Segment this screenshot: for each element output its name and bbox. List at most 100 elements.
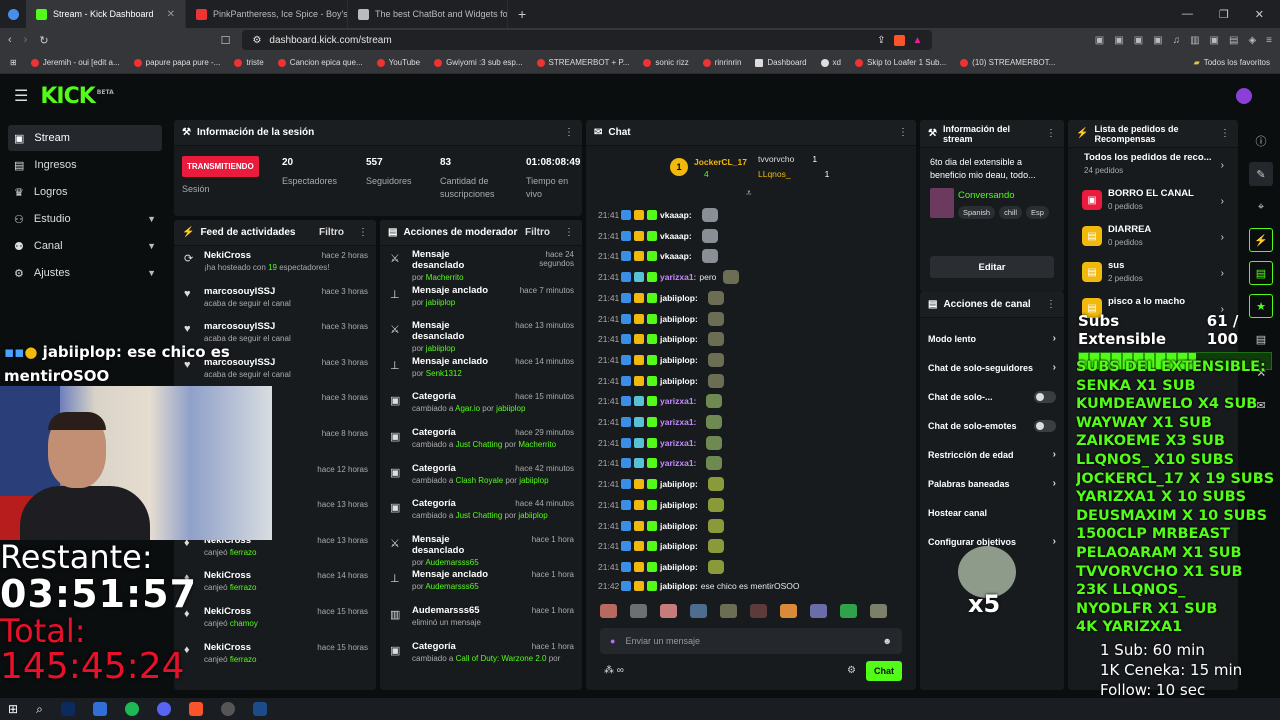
media-icon[interactable]: ♫: [1173, 35, 1181, 46]
tag[interactable]: Esp: [1026, 206, 1049, 219]
chat-settings-icon[interactable]: ⚙: [847, 665, 856, 676]
card-icon[interactable]: ▤: [1249, 261, 1273, 285]
discord-icon[interactable]: [156, 702, 171, 716]
bookmark[interactable]: STREAMERBOT + P...: [536, 58, 629, 67]
sidebar-item-estudio[interactable]: ⚇ Estudio ▼: [8, 206, 162, 232]
emote[interactable]: [810, 604, 827, 618]
spotify-icon[interactable]: [124, 702, 139, 716]
back-icon[interactable]: ‹: [8, 34, 12, 46]
chat-message[interactable]: 21:41 yarizxa1:: [598, 394, 723, 409]
channel-action-item[interactable]: Palabras baneadas ›: [920, 469, 1064, 498]
photoshop-icon[interactable]: [60, 702, 75, 716]
chat-message[interactable]: 21:41 vkaaap:: [598, 249, 718, 264]
more-options-icon[interactable]: ⋮: [564, 227, 574, 238]
mod-action-item[interactable]: ⊥ Mensaje anclado por Senk1312 hace 14 minu…: [380, 353, 582, 389]
mod-action-item[interactable]: ▣ Categoría cambiado a Clash Royale por ja…: [380, 460, 582, 496]
chat-username[interactable]: yarizxa1:: [660, 417, 696, 427]
wallet-icon[interactable]: ▤: [1229, 35, 1238, 46]
chat-username[interactable]: jabiiplop:: [660, 479, 698, 489]
chat-username[interactable]: vkaaap:: [660, 251, 692, 261]
forward-icon[interactable]: ›: [24, 34, 28, 46]
feed-item[interactable]: ♥ marcosouyISSJ acaba de seguir el canal ha…: [174, 282, 376, 318]
windows-start-icon[interactable]: ⊞: [8, 702, 18, 716]
bookmark[interactable]: sonic rizz: [643, 58, 689, 67]
brave-icon[interactable]: [188, 702, 203, 716]
more-options-icon[interactable]: ⋮: [1046, 299, 1056, 310]
rewards-icon[interactable]: ⁂ ∞: [604, 665, 624, 676]
category-name[interactable]: Conversando: [958, 190, 1015, 201]
chat-username[interactable]: jabiiplop:: [660, 376, 698, 386]
site-info-icon[interactable]: ⚙: [252, 35, 261, 46]
channel-action-item[interactable]: Chat de solo-emotes: [920, 411, 1064, 440]
filter-button[interactable]: Filtro: [525, 227, 550, 238]
kick-logo[interactable]: KICK BETA: [40, 84, 113, 109]
channel-action-item[interactable]: Chat de solo-seguidores ›: [920, 353, 1064, 382]
reward-item[interactable]: ▣ BORRO EL CANAL 0 pedidos ›: [1068, 184, 1238, 220]
obs-icon[interactable]: [220, 702, 235, 716]
target-icon[interactable]: ⌖: [1249, 195, 1273, 219]
mod-action-item[interactable]: ▥ Audemarsss65 eliminó un mensaje hace 1 ho…: [380, 602, 582, 638]
emote[interactable]: [660, 604, 677, 618]
mod-action-item[interactable]: ⚔ Mensaje desanclado por jabiiplop hace 13 …: [380, 317, 582, 353]
extension-icon[interactable]: ▣: [1134, 35, 1143, 46]
chat-message[interactable]: 21:41 jabiiplop:: [598, 477, 724, 492]
bookmark[interactable]: Cancion epica que...: [277, 58, 363, 67]
sidebar-item-logros[interactable]: ♛ Logros: [8, 179, 162, 205]
chat-username[interactable]: vkaaap:: [660, 210, 692, 220]
extension-icon[interactable]: ▣: [1210, 35, 1219, 46]
user-avatar[interactable]: [1236, 88, 1252, 104]
tag[interactable]: chill: [999, 206, 1023, 219]
tab-youtube[interactable]: PinkPantheress, Ice Spice - Boy's: [186, 0, 348, 28]
chat-username[interactable]: jabiiplop:: [660, 562, 698, 572]
chat-username[interactable]: jabiiplop:: [660, 355, 698, 365]
filter-button[interactable]: Filtro: [319, 227, 344, 238]
chat-message[interactable]: 21:42 jabiiplop: ese chico es mentirOSOO: [598, 580, 800, 591]
bolt-icon[interactable]: ⚡: [1249, 228, 1273, 252]
chat-username[interactable]: jabiiplop:: [660, 334, 698, 344]
bookmark[interactable]: papure papa pure -...: [133, 58, 220, 67]
bookmark[interactable]: rinrinrin: [702, 58, 741, 67]
sidebar-item-ingresos[interactable]: ▤ Ingresos: [8, 152, 162, 178]
bookmark[interactable]: Dashboard: [755, 58, 807, 67]
chat-username[interactable]: yarizxa1:: [660, 396, 696, 406]
chat-message[interactable]: 21:41 jabiiplop:: [598, 497, 724, 512]
extension-icon[interactable]: ▣: [1114, 35, 1123, 46]
toggle-switch[interactable]: [1034, 419, 1056, 432]
chat-message[interactable]: 21:41 vkaaap:: [598, 208, 718, 222]
channel-action-item[interactable]: Restricción de edad ›: [920, 440, 1064, 469]
bookmark[interactable]: Gwiyomi :3 sub esp...: [434, 58, 523, 67]
reload-icon[interactable]: ↻: [39, 34, 48, 47]
sidebar-item-ajustes[interactable]: ⚙ Ajustes ▼: [8, 260, 162, 286]
edit-button[interactable]: Editar: [930, 256, 1054, 278]
more-options-icon[interactable]: ⋮: [358, 227, 368, 238]
bookmark[interactable]: Skip to Loafer 1 Sub...: [855, 58, 946, 67]
channel-action-item[interactable]: Hostear canal: [920, 498, 1064, 527]
sidebar-icon[interactable]: ▥: [1190, 35, 1199, 46]
bookmark[interactable]: xd: [820, 58, 841, 67]
chat-username[interactable]: jabiiplop:: [660, 314, 698, 324]
mod-action-item[interactable]: ⊥ Mensaje anclado por Audemarsss65 hace 1 h…: [380, 566, 582, 602]
channel-action-item[interactable]: Chat de solo-...: [920, 382, 1064, 411]
reward-item[interactable]: ▤ sus 2 pedidos ›: [1068, 256, 1238, 292]
chat-username[interactable]: jabiiplop:: [660, 521, 698, 531]
chat-message[interactable]: 21:41 yarizxa1: pero: [598, 270, 740, 285]
minimize-icon[interactable]: —: [1182, 8, 1193, 21]
extension-icon[interactable]: ▣: [1095, 35, 1104, 46]
send-chat-button[interactable]: Chat: [866, 661, 902, 681]
brave-shield-icon[interactable]: [893, 34, 905, 46]
mod-action-item[interactable]: ▣ Categoría cambiado a Call of Duty: Warzo…: [380, 638, 582, 674]
steam-icon[interactable]: [252, 702, 267, 716]
mod-action-item[interactable]: ▣ Categoría cambiado a Just Chatting por j…: [380, 495, 582, 531]
chat-message[interactable]: 21:41 jabiiplop:: [598, 290, 724, 305]
more-options-icon[interactable]: ⋮: [898, 127, 908, 138]
more-options-icon[interactable]: ⋮: [564, 127, 574, 138]
sidebar-item-stream[interactable]: ▣ Stream: [8, 125, 162, 151]
chat-username[interactable]: jabiiplop:: [660, 500, 698, 510]
bookmark[interactable]: triste: [234, 58, 264, 67]
emoji-icon[interactable]: ☻: [883, 636, 892, 646]
emote[interactable]: [870, 604, 887, 618]
close-window-icon[interactable]: ✕: [1255, 8, 1264, 21]
chat-username[interactable]: vkaaap:: [660, 231, 692, 241]
channel-action-item[interactable]: Modo lento ›: [920, 324, 1064, 353]
bookmark[interactable]: (10) STREAMERBOT...: [960, 58, 1055, 67]
